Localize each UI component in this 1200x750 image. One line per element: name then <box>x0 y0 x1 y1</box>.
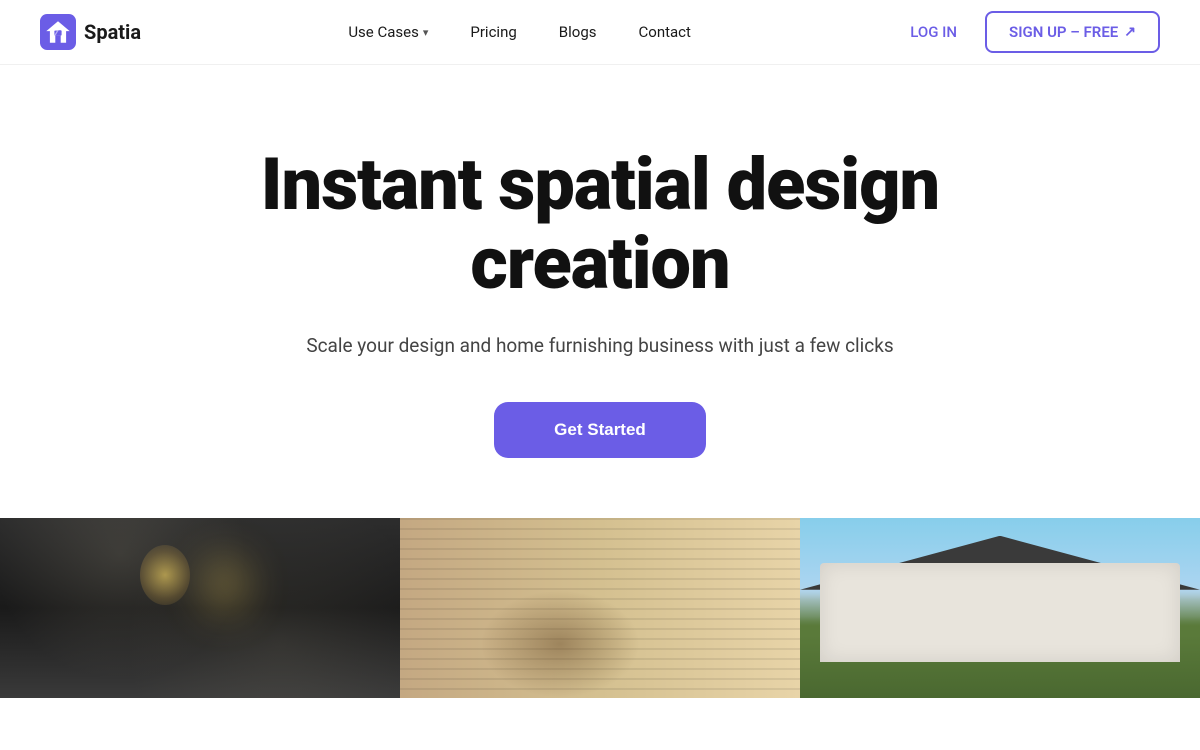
navbar: Spatia Use Cases ▾ Pricing Blogs Contact… <box>0 0 1200 65</box>
nav-pricing[interactable]: Pricing <box>454 15 532 49</box>
gallery-image-living-room <box>400 518 800 698</box>
window-decoration <box>1061 593 1131 623</box>
nav-use-cases[interactable]: Use Cases ▾ <box>332 15 444 49</box>
get-started-button[interactable]: Get Started <box>494 402 706 458</box>
signup-button[interactable]: SIGN UP – FREE ↗ <box>985 11 1160 53</box>
logo-icon <box>40 14 76 50</box>
logo-link[interactable]: Spatia <box>40 14 141 50</box>
hero-subtitle: Scale your design and home furnishing bu… <box>306 331 893 361</box>
gallery-image-kitchen <box>0 518 400 698</box>
brand-name: Spatia <box>84 20 141 44</box>
nav-contact[interactable]: Contact <box>623 15 707 49</box>
window-decoration <box>869 593 939 623</box>
hero-section: Instant spatial design creation Scale yo… <box>0 65 1200 518</box>
nav-actions: LOG IN SIGN UP – FREE ↗ <box>898 11 1160 53</box>
chevron-down-icon: ▾ <box>423 26 429 39</box>
nav-links: Use Cases ▾ Pricing Blogs Contact <box>332 15 707 49</box>
login-button[interactable]: LOG IN <box>898 15 969 49</box>
window-decoration <box>965 593 1035 623</box>
gallery-image-house <box>800 518 1200 698</box>
house-roof-decoration <box>800 536 1200 590</box>
image-gallery <box>0 518 1200 698</box>
external-link-icon: ↗ <box>1124 24 1136 40</box>
hero-title: Instant spatial design creation <box>210 145 990 303</box>
house-windows-decoration <box>840 581 1160 635</box>
nav-blogs[interactable]: Blogs <box>543 15 613 49</box>
